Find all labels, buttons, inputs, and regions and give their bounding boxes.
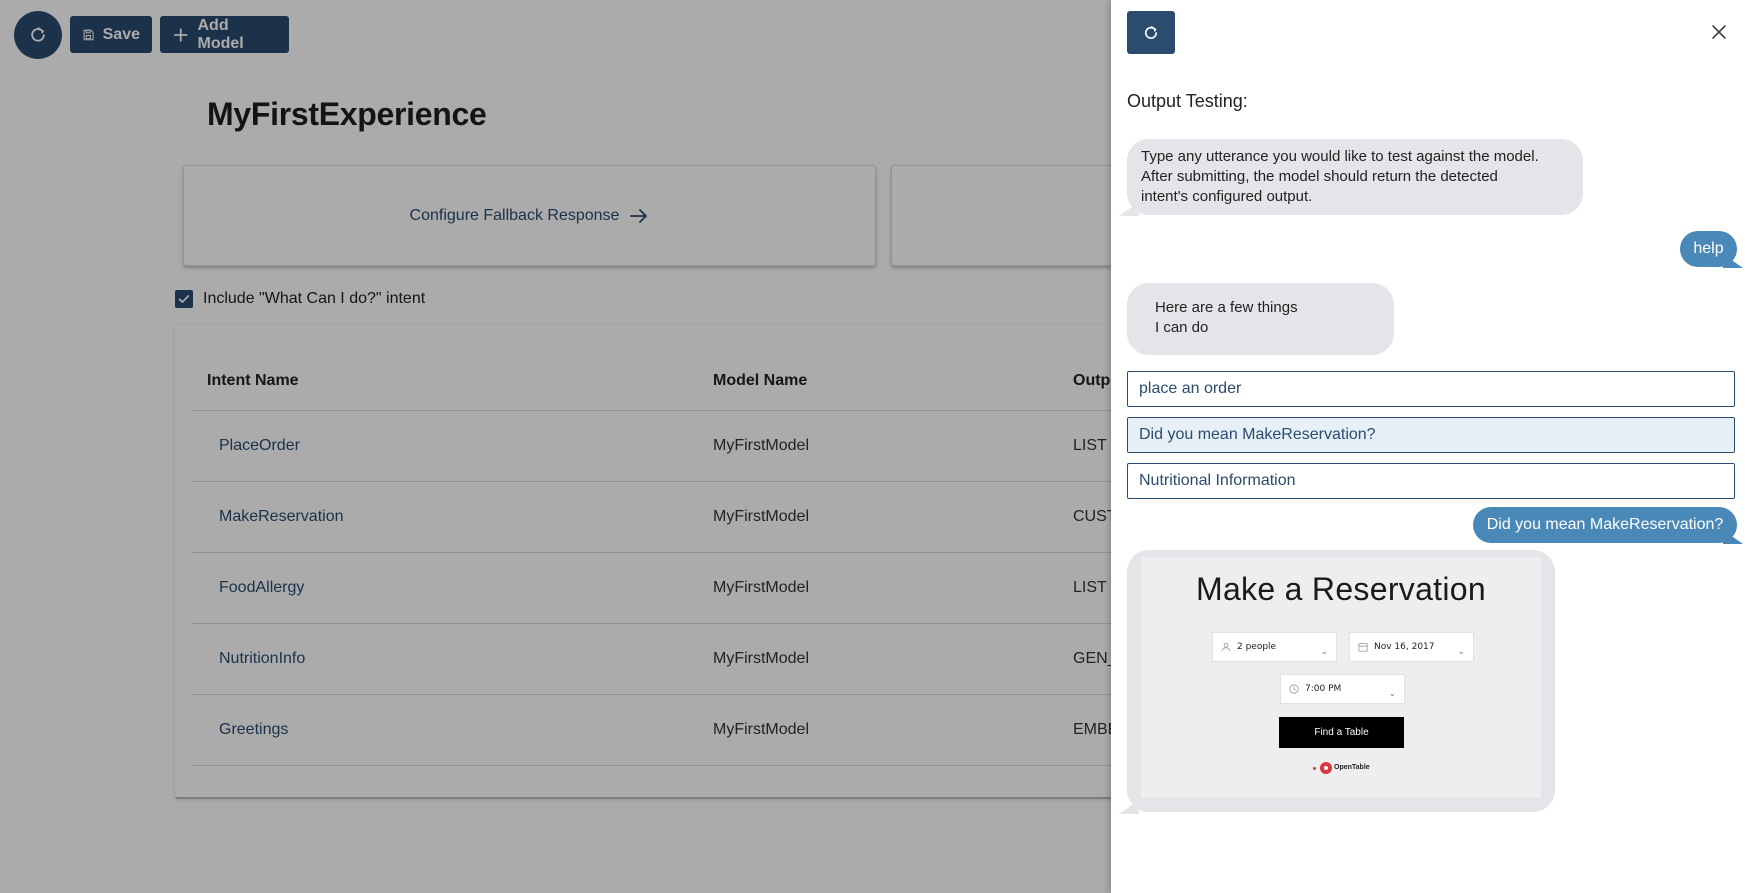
widget-title: Make a Reservation (1196, 571, 1486, 607)
user-message-text: Did you mean MakeReservation? (1486, 516, 1724, 533)
bubble-tail (1119, 202, 1139, 216)
time-value: 7:00 PM (1305, 684, 1342, 694)
opentable-logo-icon (1320, 762, 1332, 774)
party-size-select[interactable]: 2 people ⌄ (1212, 632, 1337, 662)
bot-message-embed: Make a Reservation 2 people ⌄ Nov 16, 20… (1127, 550, 1555, 812)
date-select[interactable]: Nov 16, 2017 ⌄ (1349, 632, 1474, 662)
bot-message-reply: Here are a few things I can do (1127, 283, 1394, 355)
party-size-value: 2 people (1237, 642, 1277, 652)
reply-line: I can do (1155, 319, 1209, 336)
user-message-reservation: Did you mean MakeReservation? (1473, 507, 1737, 543)
refresh-icon (1144, 25, 1158, 39)
bot-message-intro: Type any utterance you would like to tes… (1127, 139, 1583, 215)
calendar-icon (1358, 643, 1368, 652)
intro-line: After submitting, the model should retur… (1141, 168, 1498, 185)
quick-reply-option[interactable]: Nutritional Information (1127, 463, 1735, 499)
clock-icon (1289, 684, 1299, 694)
person-icon (1221, 643, 1231, 652)
intro-line: intent's configured output. (1141, 188, 1313, 205)
intro-line: Type any utterance you would like to tes… (1141, 148, 1539, 165)
drawer-refresh-button[interactable] (1127, 11, 1175, 54)
time-select[interactable]: 7:00 PM ⌄ (1280, 674, 1405, 704)
output-testing-drawer: Output Testing: Type any utterance you w… (1111, 0, 1745, 893)
quick-reply-option[interactable]: place an order (1127, 371, 1735, 407)
close-button[interactable] (1707, 20, 1731, 44)
chevron-down-icon: ⌄ (1388, 689, 1396, 699)
chevron-down-icon: ⌄ (1457, 647, 1465, 657)
chevron-down-icon: ⌄ (1320, 647, 1328, 657)
opentable-logo: OpenTable (1313, 758, 1370, 778)
logo-dot (1313, 766, 1316, 770)
opentable-widget: Make a Reservation 2 people ⌄ Nov 16, 20… (1141, 557, 1541, 798)
close-icon (1712, 25, 1726, 39)
brand-name: OpenTable (1334, 764, 1370, 771)
date-value: Nov 16, 2017 (1374, 642, 1435, 652)
quick-reply-option[interactable]: Did you mean MakeReservation? (1127, 417, 1735, 453)
reply-line: Here are a few things (1155, 299, 1298, 316)
find-a-table-button[interactable]: Find a Table (1279, 717, 1404, 748)
drawer-heading: Output Testing: (1127, 91, 1248, 111)
user-message-text: help (1693, 240, 1724, 257)
